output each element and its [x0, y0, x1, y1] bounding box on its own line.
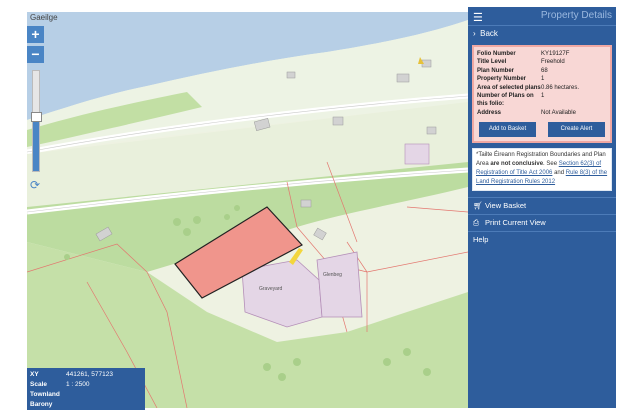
chevron-right-icon: ›	[473, 29, 476, 38]
detail-row: Plan Number 68	[477, 67, 548, 74]
zoom-out-button[interactable]: −	[27, 46, 44, 63]
map-base-layer[interactable]	[27, 12, 468, 408]
property-details-panel: ☰ Property Details › Back Folio Number KY…	[468, 7, 616, 408]
zoom-slider[interactable]	[31, 70, 42, 172]
detail-row: Property Number 1	[477, 76, 545, 83]
property-details-card: Folio Number KY19127F Title Level Freehold…	[472, 45, 612, 144]
language-toggle[interactable]: Gaeilge	[30, 13, 58, 22]
info-row-barony: Barony	[30, 400, 53, 408]
add-to-basket-button[interactable]: Add to Basket	[479, 122, 536, 138]
refresh-icon[interactable]: ⟳	[30, 178, 40, 192]
zoom-in-button[interactable]: +	[27, 26, 44, 43]
detail-row: Folio Number KY19127F	[477, 51, 570, 57]
zoom-slider-fill	[33, 116, 39, 171]
printer-icon: ⎙	[473, 218, 479, 228]
hamburger-menu-icon[interactable]: ☰	[473, 11, 483, 24]
cart-icon: 🛒︎	[473, 201, 483, 211]
detail-row: Address Not Available	[477, 109, 576, 116]
info-row-scale: Scale 1 : 2500	[30, 380, 90, 388]
zoom-control: + − ⟳	[27, 26, 44, 192]
panel-title: Property Details	[540, 10, 612, 21]
panel-header: ☰ Property Details	[468, 7, 616, 26]
info-row-xy: XY 441261, 577123	[30, 370, 113, 378]
info-row-townland: Townland	[30, 390, 60, 398]
back-link[interactable]: › Back	[468, 26, 616, 42]
print-view-menu-item[interactable]: ⎙ Print Current View	[468, 215, 616, 233]
create-alert-button[interactable]: Create Alert	[548, 122, 605, 138]
detail-row: Number of Plans on this folio: 1	[477, 93, 545, 108]
detail-row: Area of selected plans 0.86 hectares.	[477, 84, 580, 91]
view-basket-menu-item[interactable]: 🛒︎ View Basket	[468, 198, 616, 216]
zoom-slider-handle[interactable]	[31, 112, 42, 122]
disclaimer-note: *Tailte Éireann Registration Boundaries …	[472, 148, 612, 192]
help-menu-item[interactable]: Help	[468, 232, 616, 248]
detail-row: Title Level Freehold	[477, 59, 565, 66]
coordinates-info-box: XY 441261, 577123 Scale 1 : 2500 Townland …	[27, 368, 145, 410]
map-canvas[interactable]: Graveyard Glenbeg Gaeilge + − ⟳	[27, 12, 468, 408]
graveyard-label: Graveyard	[259, 286, 283, 292]
glebe-label: Glenbeg	[323, 272, 342, 278]
back-label: Back	[480, 29, 498, 38]
